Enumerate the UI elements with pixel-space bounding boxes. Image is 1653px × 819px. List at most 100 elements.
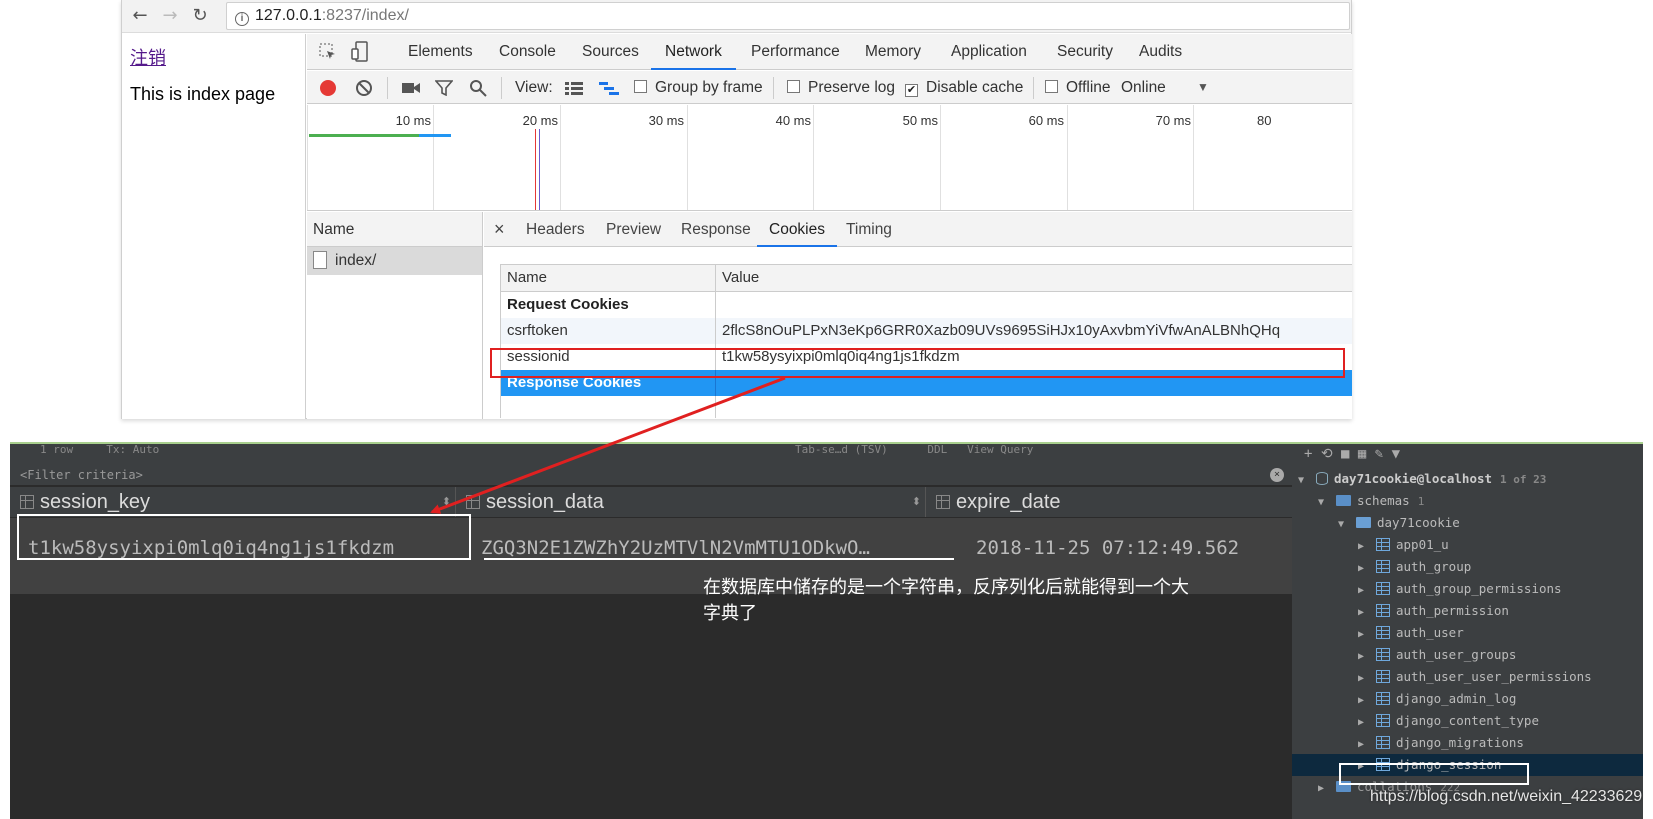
name-column-header[interactable]: Name <box>307 212 482 247</box>
clear-icon[interactable] <box>355 79 373 97</box>
offline-checkbox[interactable]: Offline <box>1045 71 1111 104</box>
collapsed-arrow-icon[interactable]: ▶ <box>1358 734 1370 756</box>
record-icon[interactable] <box>319 79 337 97</box>
tab-sources[interactable]: Sources <box>582 34 639 70</box>
throttle-select[interactable]: Online <box>1121 71 1166 104</box>
tab-audits[interactable]: Audits <box>1139 34 1182 70</box>
tab-console[interactable]: Console <box>499 34 556 70</box>
disable-cache-label: Disable cache <box>926 79 1024 96</box>
preserve-log-checkbox[interactable]: Preserve log <box>787 71 895 104</box>
waterfall-view-icon[interactable] <box>599 81 619 95</box>
devtools-tabbar: Elements Console Sources Network Perform… <box>307 34 1352 70</box>
cookie-value: 2flcS8nOuPLPxN3eKp6GRR0Xazb09UVs9695SiHJ… <box>722 322 1281 339</box>
sort-icon[interactable]: ⬍ <box>912 487 921 517</box>
device-toolbar-icon[interactable] <box>351 41 369 63</box>
request-list: Name index/ <box>307 212 483 419</box>
tree-table-django-admin-log[interactable]: ▶ django_admin_log <box>1292 688 1643 710</box>
tree-table-django-content-type[interactable]: ▶ django_content_type <box>1292 710 1643 732</box>
collapsed-arrow-icon[interactable]: ▶ <box>1358 712 1370 734</box>
logout-link[interactable]: 注销 <box>130 44 166 70</box>
collapsed-arrow-icon[interactable]: ▶ <box>1358 580 1370 602</box>
tab-performance[interactable]: Performance <box>751 34 840 70</box>
expanded-arrow-icon[interactable]: ▼ <box>1338 514 1350 536</box>
filter-criteria-input[interactable]: <Filter criteria> × <box>10 464 1292 486</box>
filter-icon[interactable] <box>435 80 453 96</box>
sort-icon[interactable]: ⬍ <box>442 487 451 517</box>
timeline-gridline <box>307 105 308 210</box>
collapsed-arrow-icon[interactable]: ▶ <box>1358 690 1370 712</box>
group-by-frame-checkbox[interactable]: Group by frame <box>634 71 763 104</box>
tab-elements[interactable]: Elements <box>408 34 473 70</box>
tree-table-auth-permission[interactable]: ▶ auth_permission <box>1292 600 1643 622</box>
tab-response[interactable]: Response <box>681 212 751 247</box>
column-title: session_data <box>486 491 604 513</box>
collapsed-arrow-icon[interactable]: ▶ <box>1358 624 1370 646</box>
tree-table-app01-u[interactable]: ▶ app01_u <box>1292 534 1643 556</box>
close-icon[interactable]: × <box>494 212 505 247</box>
tree-database[interactable]: ▼ day71cookie <box>1292 512 1643 534</box>
table-label: auth_group <box>1396 559 1472 574</box>
cookie-row-csrftoken[interactable]: csrftoken 2flcS8nOuPLPxN3eKp6GRR0Xazb09U… <box>501 318 1352 344</box>
network-timeline-overview[interactable]: 10 ms 20 ms 30 ms 40 ms 50 ms 60 ms 70 m… <box>307 105 1352 211</box>
cookie-name-column-header[interactable]: Name <box>501 265 716 291</box>
tab-security[interactable]: Security <box>1057 34 1113 70</box>
clear-filter-icon[interactable]: × <box>1270 468 1284 482</box>
timeline-tick-label: 70 ms <box>1155 113 1191 128</box>
collapsed-arrow-icon[interactable]: ▶ <box>1358 536 1370 558</box>
collapsed-arrow-icon[interactable]: ▶ <box>1318 778 1330 800</box>
collapsed-arrow-icon[interactable]: ▶ <box>1358 602 1370 624</box>
tab-timing[interactable]: Timing <box>846 212 892 247</box>
chevron-down-icon[interactable]: ▼ <box>1197 71 1209 104</box>
column-header-session-data[interactable]: session_data ⬍ <box>456 487 926 517</box>
column-header-expire-date[interactable]: expire_date <box>926 487 1292 517</box>
column-title: expire_date <box>956 491 1061 513</box>
url-input[interactable]: i 127.0.0.1:8237/index/ <box>226 2 1350 30</box>
tree-table-django-migrations[interactable]: ▶ django_migrations <box>1292 732 1643 754</box>
tab-preview[interactable]: Preview <box>606 212 661 247</box>
tree-connection[interactable]: ▼ day71cookie@localhost 1 of 23 <box>1292 468 1643 490</box>
request-row-index[interactable]: index/ <box>307 247 482 275</box>
database-label: day71cookie <box>1377 515 1460 530</box>
tree-table-auth-user[interactable]: ▶ auth_user <box>1292 622 1643 644</box>
timeline-load-marker <box>535 129 536 210</box>
search-icon[interactable] <box>469 79 487 97</box>
tab-memory[interactable]: Memory <box>865 34 921 70</box>
column-title: session_key <box>40 491 151 513</box>
back-arrow-icon[interactable]: ← <box>128 4 152 28</box>
expanded-arrow-icon[interactable]: ▼ <box>1298 470 1310 492</box>
camera-icon[interactable] <box>401 81 421 95</box>
cell-expire-date[interactable]: 2018-11-25 07:12:49.562 <box>976 530 1292 566</box>
tree-schemas[interactable]: ▼ schemas 1 <box>1292 490 1643 512</box>
tree-table-auth-user-groups[interactable]: ▶ auth_user_groups <box>1292 644 1643 666</box>
disable-cache-checkbox[interactable]: ✔ Disable cache <box>905 71 1023 104</box>
collapsed-arrow-icon[interactable]: ▶ <box>1358 558 1370 580</box>
tree-toolbar-icons[interactable]: + ⟲ ■ ▦ ✎ ▼ <box>1304 446 1400 462</box>
expanded-arrow-icon[interactable]: ▼ <box>1318 492 1330 514</box>
inspect-element-icon[interactable] <box>319 43 337 61</box>
collapsed-arrow-icon[interactable]: ▶ <box>1358 668 1370 690</box>
result-grid-header: session_key ⬍ session_data ⬍ expire_date <box>10 487 1292 517</box>
table-icon <box>1376 582 1390 595</box>
group-label: Request Cookies <box>501 292 716 318</box>
table-label: auth_user_groups <box>1396 647 1517 662</box>
tab-cookies[interactable]: Cookies <box>757 212 837 247</box>
url-path: :8237/index/ <box>321 7 409 24</box>
url-host: 127.0.0.1 <box>255 7 322 24</box>
column-header-session-key[interactable]: session_key ⬍ <box>10 487 456 517</box>
tab-network[interactable]: Network <box>651 34 736 70</box>
tree-table-auth-group-permissions[interactable]: ▶ auth_group_permissions <box>1292 578 1643 600</box>
cookie-value-column-header[interactable]: Value <box>716 265 1353 291</box>
reload-icon[interactable]: ↻ <box>188 4 212 28</box>
network-toolbar: View: Group by frame Preserve log ✔ Disab… <box>307 71 1352 104</box>
info-icon[interactable]: i <box>235 12 249 26</box>
list-view-icon[interactable] <box>565 81 583 95</box>
cell-session-data[interactable]: ZGQ3N2E1ZWZhY2UzMTVlN2VmMTU1ODkwO… <box>481 530 926 566</box>
tab-headers[interactable]: Headers <box>526 212 585 247</box>
tab-application[interactable]: Application <box>951 34 1027 70</box>
request-cookies-group: Request Cookies <box>501 292 1352 318</box>
tree-table-auth-group[interactable]: ▶ auth_group <box>1292 556 1643 578</box>
collapsed-arrow-icon[interactable]: ▶ <box>1358 646 1370 668</box>
tree-table-auth-user-user-permissions[interactable]: ▶ auth_user_user_permissions <box>1292 666 1643 688</box>
forward-arrow-icon[interactable]: → <box>158 4 182 28</box>
request-name: index/ <box>335 252 377 269</box>
